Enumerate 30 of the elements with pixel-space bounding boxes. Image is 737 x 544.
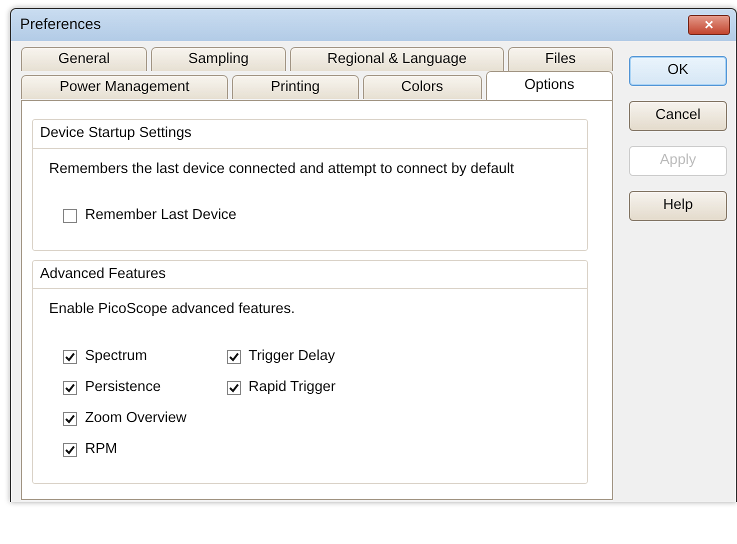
tab[interactable]: Power Management — [21, 75, 228, 99]
tab[interactable]: General — [21, 47, 148, 71]
tab[interactable]: Options — [486, 71, 614, 100]
group-description: Enable PicoScope advanced features. — [49, 300, 296, 320]
checkbox[interactable] — [63, 209, 77, 223]
checkbox-label: Remember Last Device — [85, 206, 236, 226]
window-title: Preferences — [20, 14, 101, 35]
tab[interactable]: Colors — [362, 75, 482, 99]
checkbox[interactable] — [63, 350, 77, 364]
dialog-button[interactable]: OK — [629, 56, 727, 86]
checkbox-label: Spectrum — [85, 346, 148, 366]
tab[interactable]: Sampling — [151, 47, 286, 71]
checkbox-label: Persistence — [85, 378, 161, 397]
group-title: Advanced Features — [33, 260, 587, 290]
checkbox-label: RPM — [85, 440, 118, 459]
checkbox[interactable] — [63, 380, 77, 394]
checkbox[interactable] — [226, 380, 241, 394]
dialog-button[interactable]: Cancel — [629, 101, 727, 131]
checkbox-label: Zoom Overview — [85, 408, 187, 428]
group-title: Device Startup Settings — [33, 120, 587, 149]
tab[interactable]: Printing — [232, 75, 359, 99]
checkbox-label: Trigger Delay — [248, 346, 336, 366]
checkbox-label: Rapid Trigger — [248, 378, 336, 397]
tab[interactable]: Files — [508, 47, 614, 71]
tab[interactable]: Regional & Language — [290, 47, 504, 71]
group-description: Remembers the last device connected and attempt to connect by default — [49, 160, 516, 179]
checkbox[interactable] — [63, 412, 77, 426]
dialog-button[interactable]: Help — [629, 191, 727, 221]
checkbox[interactable] — [226, 350, 241, 364]
checkbox[interactable] — [63, 442, 77, 456]
